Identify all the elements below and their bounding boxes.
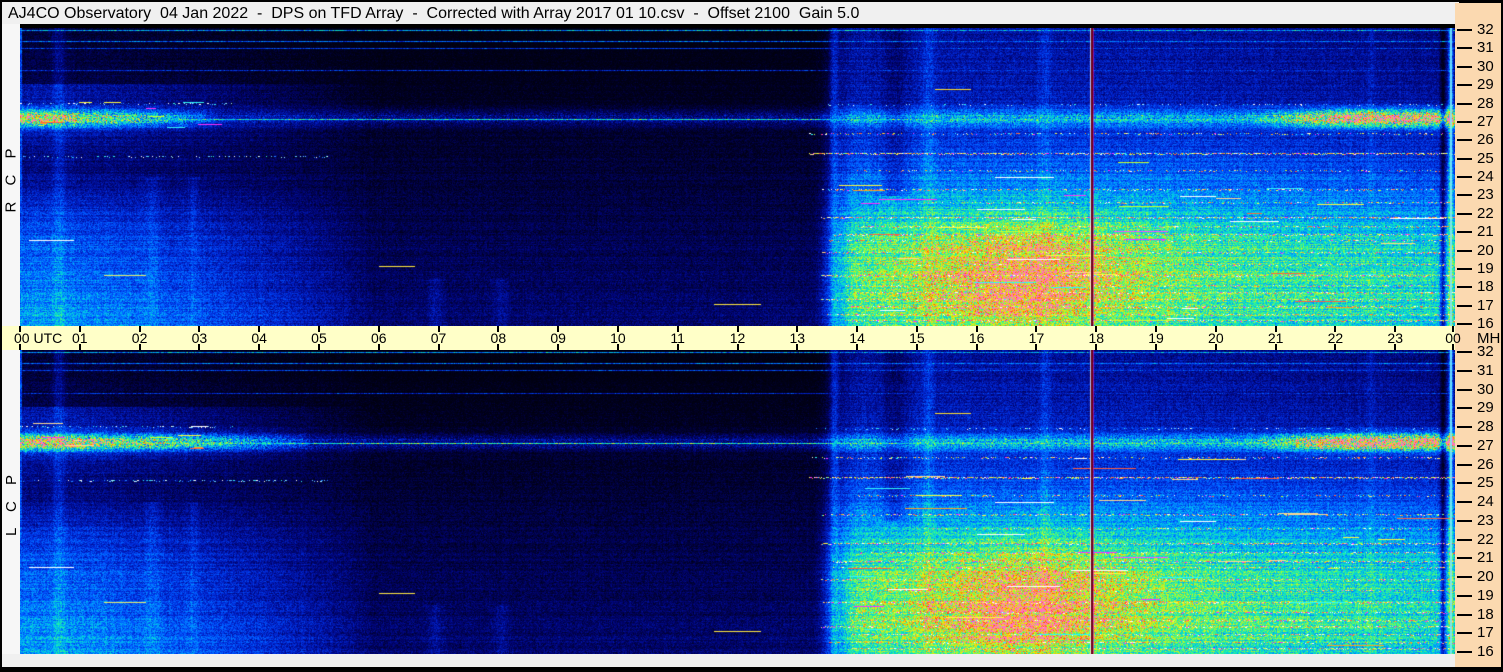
lcp-spectrogram-canvas xyxy=(20,350,1455,654)
freq-tick-mark xyxy=(1457,482,1472,485)
time-tick-label: 10 xyxy=(610,330,626,346)
freq-tick-mark xyxy=(1457,632,1472,635)
freq-tick-label: 24 xyxy=(1477,168,1494,186)
freq-tick-mark xyxy=(1457,231,1472,234)
freq-tick-mark xyxy=(1457,139,1472,142)
freq-tick-mark xyxy=(1457,267,1472,270)
time-tick-label: 11 xyxy=(670,330,685,346)
time-tick-label: 04 xyxy=(251,330,267,346)
freq-tick-label: 26 xyxy=(1477,455,1494,473)
time-tick-label: 06 xyxy=(370,330,387,346)
freq-tick-label: 20 xyxy=(1477,568,1494,585)
freq-tick-label: 21 xyxy=(1477,549,1494,567)
time-tick-label: 02 xyxy=(131,330,148,346)
freq-tick-mark xyxy=(1457,557,1472,560)
freq-tick-label: 18 xyxy=(1477,278,1494,296)
freq-tick-mark xyxy=(1457,176,1472,179)
freq-tick-mark xyxy=(1457,351,1472,353)
app-window: AJ4CO Observatory 04 Jan 2022 - DPS on T… xyxy=(0,0,1503,672)
freq-tick-mark xyxy=(1457,286,1472,289)
time-tick-label: 03 xyxy=(191,330,208,346)
freq-tick-mark xyxy=(1457,388,1472,391)
freq-tick-mark xyxy=(1457,463,1472,466)
time-tick-label: 20 xyxy=(1208,330,1224,346)
time-tick-label: 08 xyxy=(490,330,507,346)
freq-tick-mark xyxy=(1457,249,1472,252)
freq-tick-label: 24 xyxy=(1477,493,1494,510)
freq-tick-mark xyxy=(1457,369,1472,372)
freq-tick-mark xyxy=(1457,519,1472,522)
freq-tick-label: 28 xyxy=(1477,418,1494,435)
time-tick-label: 17 xyxy=(1028,330,1045,346)
freq-tick-label: 19 xyxy=(1477,259,1494,277)
freq-tick-mark xyxy=(1457,613,1472,616)
time-tick-label: 12 xyxy=(729,330,746,346)
time-tick-label: 16 xyxy=(968,330,985,346)
freq-tick-mark xyxy=(1457,576,1472,578)
freq-tick-mark xyxy=(1457,47,1472,50)
freq-tick-mark xyxy=(1457,102,1472,105)
time-tick-label: 18 xyxy=(1088,330,1105,346)
freq-tick-mark xyxy=(1457,65,1472,68)
freq-tick-mark xyxy=(1457,444,1472,447)
freq-tick-label: 17 xyxy=(1477,624,1494,642)
rcp-panel-label: R C P xyxy=(2,141,20,213)
time-tick-label: 14 xyxy=(849,330,865,346)
time-tick-label: 07 xyxy=(430,330,447,346)
freq-tick-label: 16 xyxy=(1477,643,1494,660)
freq-tick-label: 20 xyxy=(1477,241,1494,259)
freq-tick-label: 23 xyxy=(1477,511,1494,529)
freq-tick-label: 25 xyxy=(1477,149,1494,167)
freq-tick-label: 22 xyxy=(1477,204,1494,222)
freq-tick-label: 32 xyxy=(1477,21,1494,38)
freq-tick-label: 26 xyxy=(1477,131,1494,149)
time-tick-label: 15 xyxy=(909,330,925,346)
time-tick-label: 22 xyxy=(1327,330,1344,346)
freq-tick-mark xyxy=(1457,426,1472,428)
rcp-spectrogram-canvas xyxy=(20,28,1455,326)
freq-tick-mark xyxy=(1457,594,1472,597)
time-tick-label: 09 xyxy=(550,330,566,346)
mhz-unit-label: MHz xyxy=(1477,330,1503,347)
freq-tick-mark xyxy=(1457,84,1472,87)
time-tick-label: 19 xyxy=(1148,330,1164,346)
freq-tick-label: 19 xyxy=(1477,586,1494,604)
freq-tick-mark xyxy=(1457,304,1472,307)
freq-tick-mark xyxy=(1457,501,1472,503)
freq-tick-label: 31 xyxy=(1477,39,1494,57)
time-tick-label: 23 xyxy=(1387,330,1403,346)
freq-tick-mark xyxy=(1457,194,1472,197)
freq-tick-mark xyxy=(1457,651,1472,653)
window-title: AJ4CO Observatory 04 Jan 2022 - DPS on T… xyxy=(2,2,1459,24)
time-tick-label: 00 xyxy=(1445,330,1461,346)
time-tick-label: 13 xyxy=(789,330,806,346)
time-tick-label: 01 xyxy=(71,330,88,346)
freq-tick-label: 18 xyxy=(1477,605,1494,623)
freq-tick-mark xyxy=(1457,157,1472,160)
freq-tick-label: 30 xyxy=(1477,57,1494,75)
freq-tick-mark xyxy=(1457,29,1472,31)
freq-tick-label: 27 xyxy=(1477,436,1494,454)
time-tick-label: 21 xyxy=(1267,330,1284,346)
freq-tick-mark xyxy=(1457,120,1472,123)
freq-tick-label: 21 xyxy=(1477,223,1494,241)
time-tick-label: 05 xyxy=(311,330,327,346)
freq-tick-label: 22 xyxy=(1477,530,1494,548)
footer-strip xyxy=(2,654,1455,667)
freq-tick-mark xyxy=(1457,407,1472,410)
freq-tick-label: 27 xyxy=(1477,112,1494,130)
freq-tick-label: 25 xyxy=(1477,474,1494,492)
freq-tick-mark xyxy=(1457,323,1472,326)
freq-tick-label: 31 xyxy=(1477,361,1494,379)
freq-tick-label: 28 xyxy=(1477,94,1494,112)
freq-tick-label: 29 xyxy=(1477,76,1494,94)
freq-tick-label: 30 xyxy=(1477,380,1494,398)
freq-tick-mark xyxy=(1457,538,1472,541)
freq-tick-mark xyxy=(1457,212,1472,215)
lcp-panel-label: L C P xyxy=(2,468,20,536)
freq-tick-label: 29 xyxy=(1477,399,1494,417)
freq-tick-label: 17 xyxy=(1477,296,1494,314)
freq-tick-label: 23 xyxy=(1477,186,1494,204)
